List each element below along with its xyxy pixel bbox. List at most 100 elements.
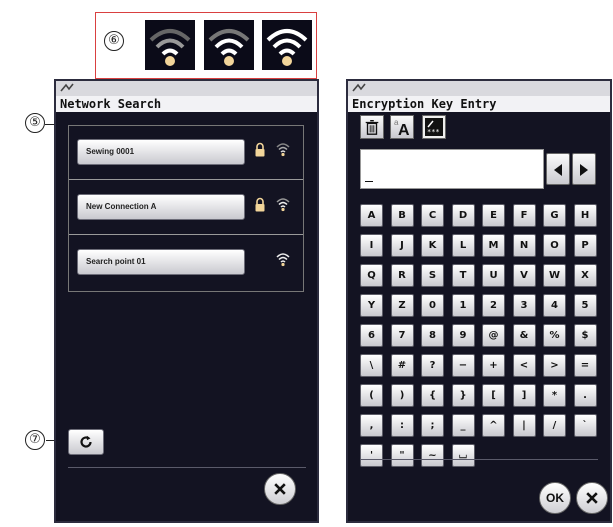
- key-button[interactable]: {: [421, 384, 444, 407]
- network-search-screen: Network Search Sewing 0001 New Connectio…: [54, 79, 319, 523]
- key-button[interactable]: F: [512, 204, 536, 227]
- key-button[interactable]: C: [421, 204, 444, 227]
- key-button[interactable]: 6: [360, 324, 383, 347]
- key-button[interactable]: M: [482, 234, 505, 257]
- mask-toggle-button[interactable]: ***: [422, 115, 446, 139]
- key-button[interactable]: 9: [451, 324, 475, 347]
- network-select-button[interactable]: Search point 01: [77, 249, 245, 275]
- close-button[interactable]: [264, 473, 296, 505]
- key-button[interactable]: |: [512, 414, 536, 437]
- key-button[interactable]: O: [543, 234, 566, 257]
- key-button[interactable]: 3: [512, 294, 536, 317]
- key-button[interactable]: T: [451, 264, 475, 287]
- wifi-medium-icon: [204, 20, 254, 70]
- key-button[interactable]: =: [573, 354, 597, 377]
- key-button[interactable]: 0: [421, 294, 444, 317]
- key-button[interactable]: ]: [512, 384, 536, 407]
- key-button[interactable]: :: [390, 414, 414, 437]
- key-button[interactable]: [: [482, 384, 505, 407]
- key-button[interactable]: X: [573, 264, 597, 287]
- svg-text:A: A: [398, 122, 410, 137]
- key-button[interactable]: ^: [482, 414, 505, 437]
- key-button[interactable]: ,: [360, 414, 383, 437]
- refresh-button[interactable]: [68, 429, 104, 455]
- lock-icon: [255, 197, 265, 212]
- key-button[interactable]: V: [512, 264, 536, 287]
- close-button[interactable]: [576, 482, 608, 514]
- network-list: Sewing 0001 New Connection A Search poin…: [68, 125, 304, 292]
- key-button[interactable]: Q: [360, 264, 383, 287]
- key-button[interactable]: ": [390, 444, 414, 467]
- cursor-right-button[interactable]: [572, 153, 596, 185]
- key-button[interactable]: R: [390, 264, 414, 287]
- key-button[interactable]: #: [390, 354, 414, 377]
- key-button[interactable]: }: [451, 384, 475, 407]
- key-button[interactable]: B: [390, 204, 414, 227]
- key-button[interactable]: 1: [451, 294, 475, 317]
- key-button[interactable]: H: [573, 204, 597, 227]
- ok-button[interactable]: OK: [539, 482, 571, 514]
- key-button[interactable]: @: [482, 324, 505, 347]
- key-button[interactable]: %: [543, 324, 566, 347]
- key-button[interactable]: K: [421, 234, 444, 257]
- key-button[interactable]: E: [482, 204, 505, 227]
- key-button[interactable]: G: [543, 204, 566, 227]
- key-button[interactable]: (: [360, 384, 383, 407]
- key-button[interactable]: P: [573, 234, 597, 257]
- key-button[interactable]: <: [512, 354, 536, 377]
- brand-logo-icon: [60, 83, 74, 92]
- key-button[interactable]: ;: [421, 414, 444, 437]
- key-button[interactable]: W: [543, 264, 566, 287]
- callout-5: ⑤: [25, 113, 45, 133]
- refresh-icon: [80, 435, 92, 448]
- wifi-weak-icon: [276, 143, 290, 157]
- key-button[interactable]: 8: [421, 324, 444, 347]
- key-button[interactable]: 5: [573, 294, 597, 317]
- key-button[interactable]: Y: [360, 294, 383, 317]
- key-button[interactable]: J: [390, 234, 414, 257]
- masked-key-icon: ***: [425, 118, 443, 136]
- delete-all-button[interactable]: [360, 115, 384, 139]
- key-button[interactable]: A: [360, 204, 383, 227]
- key-button[interactable]: .: [573, 384, 597, 407]
- wifi-strong-icon: [262, 20, 312, 70]
- key-button[interactable]: >: [543, 354, 566, 377]
- key-button[interactable]: L: [451, 234, 475, 257]
- network-select-button[interactable]: Sewing 0001: [77, 139, 245, 165]
- key-button[interactable]: &: [512, 324, 536, 347]
- encryption-title: Encryption Key Entry: [348, 96, 610, 112]
- cursor-left-button[interactable]: [546, 153, 570, 185]
- screen-top-strip: [348, 81, 610, 96]
- key-button[interactable]: −: [451, 354, 475, 377]
- svg-text:***: ***: [427, 128, 440, 136]
- key-button[interactable]: `: [573, 414, 597, 437]
- key-button[interactable]: _: [451, 414, 475, 437]
- lock-icon: [255, 142, 265, 157]
- key-button[interactable]: I: [360, 234, 383, 257]
- key-button[interactable]: Z: [390, 294, 414, 317]
- key-button[interactable]: ': [360, 444, 383, 467]
- text-cursor: [365, 180, 373, 182]
- key-button[interactable]: ?: [421, 354, 444, 377]
- close-icon: [274, 483, 286, 495]
- key-button[interactable]: +: [482, 354, 505, 377]
- key-button[interactable]: 4: [543, 294, 566, 317]
- key-button[interactable]: D: [451, 204, 475, 227]
- key-button[interactable]: U: [482, 264, 505, 287]
- divider: [68, 467, 306, 468]
- key-button[interactable]: N: [512, 234, 536, 257]
- key-button[interactable]: ⌴: [451, 444, 475, 467]
- close-icon: [586, 492, 598, 504]
- key-button[interactable]: \: [360, 354, 383, 377]
- key-button[interactable]: $: [573, 324, 597, 347]
- network-select-button[interactable]: New Connection A: [77, 194, 245, 220]
- key-button[interactable]: 7: [390, 324, 414, 347]
- key-button[interactable]: *: [543, 384, 566, 407]
- key-button[interactable]: ~: [421, 444, 444, 467]
- key-button[interactable]: /: [543, 414, 566, 437]
- case-toggle-button[interactable]: a A: [390, 115, 414, 139]
- key-button[interactable]: ): [390, 384, 414, 407]
- key-button[interactable]: 2: [482, 294, 505, 317]
- key-button[interactable]: S: [421, 264, 444, 287]
- encryption-key-input[interactable]: [360, 149, 544, 189]
